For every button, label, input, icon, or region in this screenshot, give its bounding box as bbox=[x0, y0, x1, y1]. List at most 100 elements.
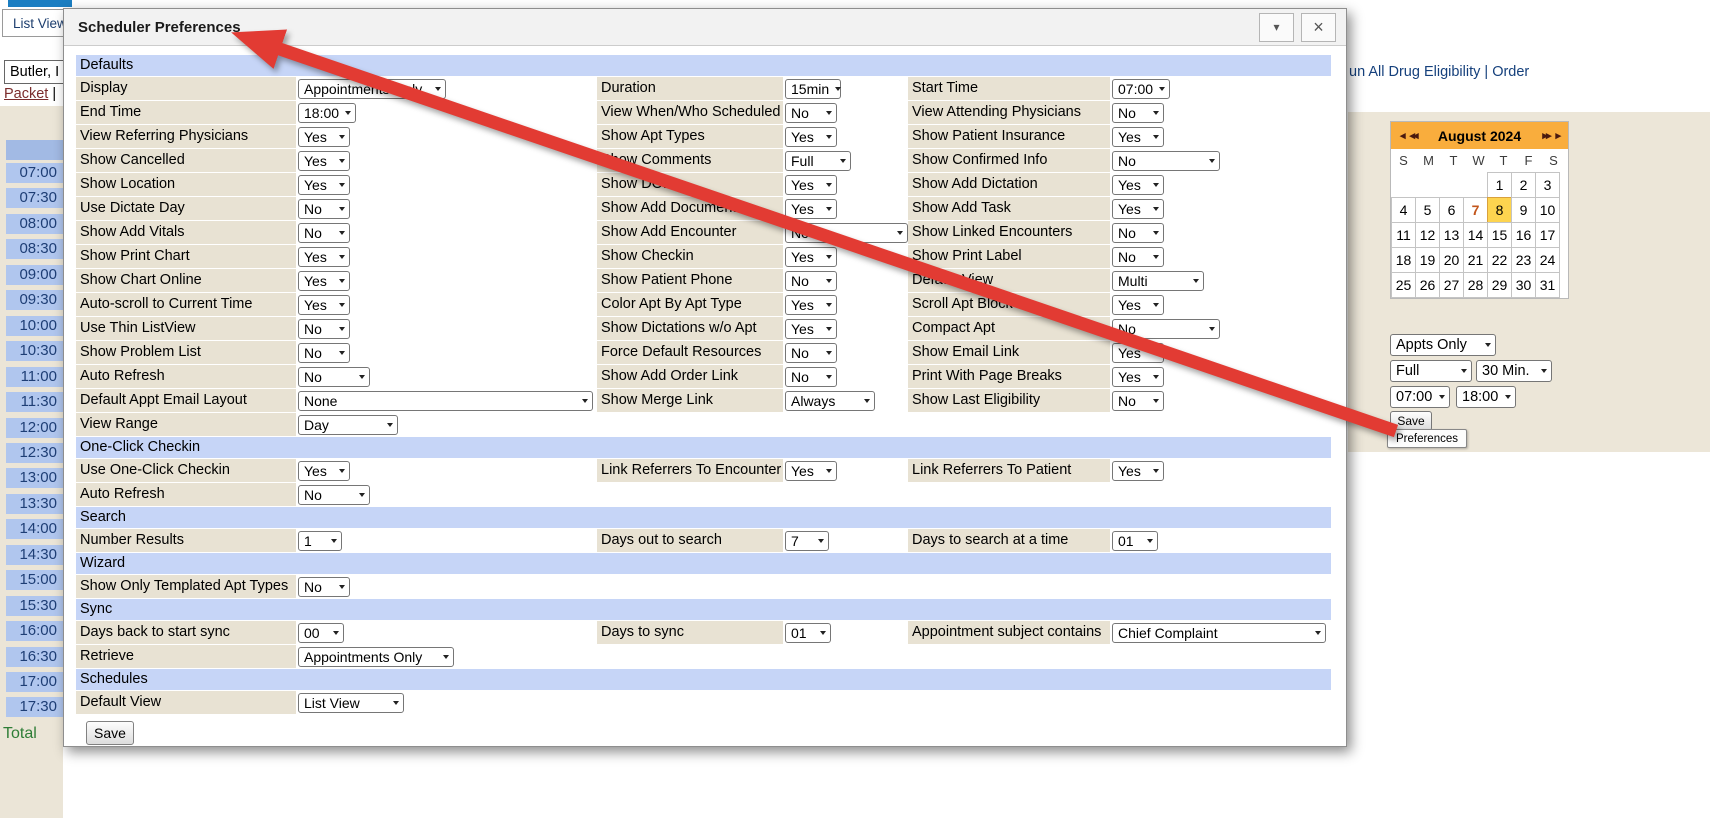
show-add-document-select[interactable]: Yes bbox=[785, 199, 837, 219]
calendar-day-5[interactable]: 5 bbox=[1415, 197, 1440, 223]
show-checkin-select[interactable]: Yes bbox=[785, 247, 837, 267]
view-mode-select[interactable]: Full bbox=[1390, 360, 1472, 382]
calendar-day-7[interactable]: 7 bbox=[1463, 197, 1488, 223]
display-select[interactable]: Appointments Only bbox=[298, 79, 446, 99]
calendar-day-10[interactable]: 10 bbox=[1535, 197, 1560, 223]
view-referring-physicians-select[interactable]: Yes bbox=[298, 127, 350, 147]
print-with-page-breaks-select[interactable]: Yes bbox=[1112, 367, 1164, 387]
compact-apt-select[interactable]: No bbox=[1112, 319, 1220, 339]
calendar-day-1[interactable]: 1 bbox=[1487, 172, 1512, 198]
sidebar-save-button[interactable]: Save bbox=[1390, 411, 1432, 431]
show-linked-encounters-select[interactable]: No bbox=[1112, 223, 1164, 243]
calendar-day-22[interactable]: 22 bbox=[1487, 247, 1512, 273]
days-out-to-search-select[interactable]: 7 bbox=[785, 531, 829, 551]
show-apt-types-select[interactable]: Yes bbox=[785, 127, 837, 147]
calendar-day-6[interactable]: 6 bbox=[1439, 197, 1464, 223]
calendar-day-18[interactable]: 18 bbox=[1391, 247, 1416, 273]
calendar-day-13[interactable]: 13 bbox=[1439, 222, 1464, 248]
use-one-click-checkin-select[interactable]: Yes bbox=[298, 461, 350, 481]
start-time-select[interactable]: 07:00 bbox=[1112, 79, 1170, 99]
calendar-day-17[interactable]: 17 bbox=[1535, 222, 1560, 248]
default-view-select[interactable]: List View bbox=[298, 693, 404, 713]
drug-eligibility-order-links[interactable]: un All Drug Eligibility | Order bbox=[1349, 64, 1529, 80]
calendar-day-9[interactable]: 9 bbox=[1511, 197, 1536, 223]
auto-refresh-select[interactable]: No bbox=[298, 367, 370, 387]
default-view-select[interactable]: Multi bbox=[1112, 271, 1204, 291]
calendar-day-31[interactable]: 31 bbox=[1535, 272, 1560, 298]
calendar-prev-icon[interactable]: ◂ bbox=[1400, 129, 1404, 142]
dialog-collapse-button[interactable]: ▾ bbox=[1259, 13, 1294, 42]
days-to-sync-select[interactable]: 01 bbox=[785, 623, 831, 643]
show-add-dictation-select[interactable]: Yes bbox=[1112, 175, 1164, 195]
view-attending-physicians-select[interactable]: No bbox=[1112, 103, 1164, 123]
packet-link[interactable]: Packet bbox=[4, 86, 48, 102]
calendar-next-fast-icon[interactable]: ▸▸ bbox=[1542, 129, 1549, 142]
appointment-subject-contains-select[interactable]: Chief Complaint bbox=[1112, 623, 1326, 643]
calendar-day-19[interactable]: 19 bbox=[1415, 247, 1440, 273]
calendar-prev-fast-icon[interactable]: ◂◂ bbox=[1410, 129, 1417, 142]
calendar-day-25[interactable]: 25 bbox=[1391, 272, 1416, 298]
show-only-templated-apt-types-select[interactable]: No bbox=[298, 577, 350, 597]
calendar-day-8[interactable]: 8 bbox=[1487, 197, 1512, 223]
days-to-search-at-a-time-select[interactable]: 01 bbox=[1112, 531, 1158, 551]
show-dictations-w-o-apt-select[interactable]: Yes bbox=[785, 319, 837, 339]
calendar-day-26[interactable]: 26 bbox=[1415, 272, 1440, 298]
force-default-resources-select[interactable]: No bbox=[785, 343, 837, 363]
link-referrers-to-encounter-select[interactable]: Yes bbox=[785, 461, 837, 481]
calendar-day-23[interactable]: 23 bbox=[1511, 247, 1536, 273]
calendar-day-30[interactable]: 30 bbox=[1511, 272, 1536, 298]
calendar-day-3[interactable]: 3 bbox=[1535, 172, 1560, 198]
calendar-day-2[interactable]: 2 bbox=[1511, 172, 1536, 198]
dialog-save-button[interactable]: Save bbox=[86, 721, 134, 745]
calendar-day-20[interactable]: 20 bbox=[1439, 247, 1464, 273]
preferences-button[interactable]: Preferences bbox=[1387, 429, 1467, 448]
calendar-day-27[interactable]: 27 bbox=[1439, 272, 1464, 298]
start-time-select[interactable]: 07:00 bbox=[1390, 386, 1450, 408]
number-results-select[interactable]: 1 bbox=[298, 531, 342, 551]
show-add-task-select[interactable]: Yes bbox=[1112, 199, 1164, 219]
calendar-day-4[interactable]: 4 bbox=[1391, 197, 1416, 223]
use-thin-listview-select[interactable]: No bbox=[298, 319, 350, 339]
link-referrers-to-patient-select[interactable]: Yes bbox=[1112, 461, 1164, 481]
calendar-next-icon[interactable]: ▸ bbox=[1555, 129, 1559, 142]
calendar-day-12[interactable]: 12 bbox=[1415, 222, 1440, 248]
scroll-apt-block-select[interactable]: Yes bbox=[1112, 295, 1164, 315]
show-email-link-select[interactable]: Yes bbox=[1112, 343, 1164, 363]
appts-filter-select[interactable]: Appts Only bbox=[1390, 334, 1496, 356]
show-patient-phone-select[interactable]: No bbox=[785, 271, 837, 291]
show-merge-link-select[interactable]: Always bbox=[785, 391, 875, 411]
patient-name-box[interactable]: Butler, I bbox=[4, 60, 70, 84]
show-confirmed-info-select[interactable]: No bbox=[1112, 151, 1220, 171]
calendar-day-14[interactable]: 14 bbox=[1463, 222, 1488, 248]
calendar-day-16[interactable]: 16 bbox=[1511, 222, 1536, 248]
show-print-chart-select[interactable]: Yes bbox=[298, 247, 350, 267]
calendar-day-15[interactable]: 15 bbox=[1487, 222, 1512, 248]
view-when-who-scheduled-select[interactable]: No bbox=[785, 103, 837, 123]
calendar-day-28[interactable]: 28 bbox=[1463, 272, 1488, 298]
interval-select[interactable]: 30 Min. bbox=[1476, 360, 1552, 382]
show-patient-insurance-select[interactable]: Yes bbox=[1112, 127, 1164, 147]
show-dob-select[interactable]: Yes bbox=[785, 175, 837, 195]
days-back-to-start-sync-select[interactable]: 00 bbox=[298, 623, 344, 643]
tab-list-view[interactable]: List View bbox=[2, 9, 72, 37]
default-appt-email-layout-select[interactable]: None bbox=[298, 391, 593, 411]
end-time-select[interactable]: 18:00 bbox=[1456, 386, 1516, 408]
show-add-vitals-select[interactable]: No bbox=[298, 223, 350, 243]
auto-scroll-to-current-time-select[interactable]: Yes bbox=[298, 295, 350, 315]
use-dictate-day-select[interactable]: No bbox=[298, 199, 350, 219]
duration-select[interactable]: 15min bbox=[785, 79, 841, 99]
calendar-day-21[interactable]: 21 bbox=[1463, 247, 1488, 273]
calendar-day-24[interactable]: 24 bbox=[1535, 247, 1560, 273]
end-time-select[interactable]: 18:00 bbox=[298, 103, 356, 123]
retrieve-select[interactable]: Appointments Only bbox=[298, 647, 454, 667]
dialog-close-button[interactable]: × bbox=[1301, 13, 1336, 42]
show-comments-select[interactable]: Full bbox=[785, 151, 851, 171]
calendar-day-29[interactable]: 29 bbox=[1487, 272, 1512, 298]
show-cancelled-select[interactable]: Yes bbox=[298, 151, 350, 171]
view-range-select[interactable]: Day bbox=[298, 415, 398, 435]
show-add-encounter-select[interactable]: No bbox=[785, 223, 908, 243]
show-chart-online-select[interactable]: Yes bbox=[298, 271, 350, 291]
show-add-order-link-select[interactable]: No bbox=[785, 367, 837, 387]
calendar-day-11[interactable]: 11 bbox=[1391, 222, 1416, 248]
auto-refresh-select[interactable]: No bbox=[298, 485, 370, 505]
